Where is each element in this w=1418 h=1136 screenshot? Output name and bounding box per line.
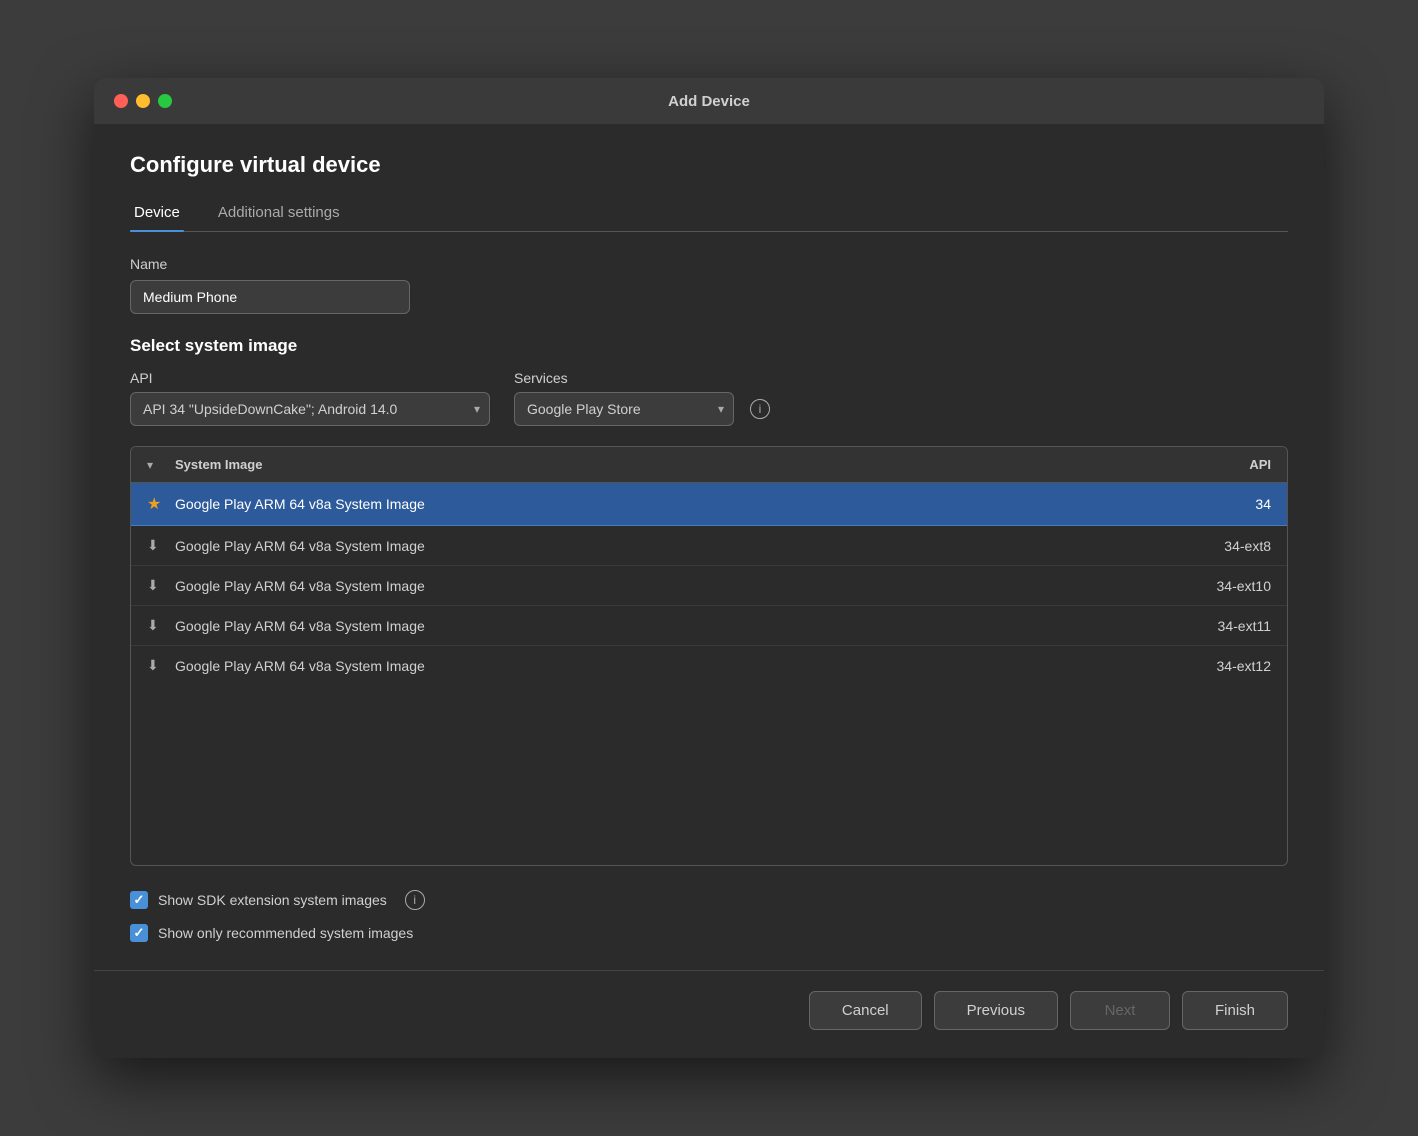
row-api-value: 34-ext10: [1171, 578, 1271, 594]
section-title: Select system image: [130, 336, 1288, 356]
checkmark-icon: ✓: [134, 925, 145, 941]
download-icon: ⬇: [147, 617, 175, 634]
row-image-name: Google Play ARM 64 v8a System Image: [175, 496, 1171, 512]
tab-device[interactable]: Device: [130, 196, 184, 231]
sort-column-header[interactable]: ▾: [147, 458, 175, 472]
close-button[interactable]: [114, 94, 128, 108]
row-api-value: 34-ext12: [1171, 658, 1271, 674]
table-row[interactable]: ⬇ Google Play ARM 64 v8a System Image 34…: [131, 566, 1287, 606]
dialog-content: Configure virtual device Device Addition…: [94, 124, 1324, 970]
row-image-name: Google Play ARM 64 v8a System Image: [175, 658, 1171, 674]
row-api-value: 34-ext8: [1171, 538, 1271, 554]
sdk-ext-checkbox[interactable]: ✓: [130, 891, 148, 909]
previous-button[interactable]: Previous: [934, 991, 1058, 1030]
services-select[interactable]: Google Play Store Google APIs AOSP: [514, 392, 734, 426]
recommended-checkbox[interactable]: ✓: [130, 924, 148, 942]
minimize-button[interactable]: [136, 94, 150, 108]
checkmark-icon: ✓: [134, 892, 145, 908]
sdk-ext-checkbox-row: ✓ Show SDK extension system images i: [130, 890, 1288, 910]
services-select-wrapper: Google Play Store Google APIs AOSP ▾: [514, 392, 734, 426]
sdk-ext-label: Show SDK extension system images: [158, 892, 387, 908]
tabs-bar: Device Additional settings: [130, 196, 1288, 232]
table-row[interactable]: ⬇ Google Play ARM 64 v8a System Image 34…: [131, 606, 1287, 646]
download-icon: ⬇: [147, 537, 175, 554]
next-button[interactable]: Next: [1070, 991, 1170, 1030]
checkboxes-area: ✓ Show SDK extension system images i ✓ S…: [130, 890, 1288, 942]
window-controls: [114, 94, 172, 108]
row-image-name: Google Play ARM 64 v8a System Image: [175, 538, 1171, 554]
row-api-value: 34-ext11: [1171, 618, 1271, 634]
services-filter-group: Services Google Play Store Google APIs A…: [514, 370, 770, 426]
recommended-checkbox-row: ✓ Show only recommended system images: [130, 924, 1288, 942]
table-row[interactable]: ⬇ Google Play ARM 64 v8a System Image 34…: [131, 526, 1287, 566]
api-column-header: API: [1171, 457, 1271, 472]
table-row[interactable]: ★ Google Play ARM 64 v8a System Image 34: [131, 483, 1287, 526]
api-select[interactable]: API 34 "UpsideDownCake"; Android 14.0 AP…: [130, 392, 490, 426]
services-info-icon[interactable]: i: [750, 399, 770, 419]
row-api-value: 34: [1171, 496, 1271, 512]
name-label: Name: [130, 256, 1288, 272]
row-image-name: Google Play ARM 64 v8a System Image: [175, 618, 1171, 634]
title-bar: Add Device: [94, 78, 1324, 124]
filter-row: API API 34 "UpsideDownCake"; Android 14.…: [130, 370, 1288, 426]
api-select-wrapper: API 34 "UpsideDownCake"; Android 14.0 AP…: [130, 392, 490, 426]
name-column-header: System Image: [175, 457, 1171, 472]
finish-button[interactable]: Finish: [1182, 991, 1288, 1030]
download-icon: ⬇: [147, 657, 175, 674]
dialog-footer: Cancel Previous Next Finish: [94, 970, 1324, 1058]
star-icon: ★: [147, 494, 175, 514]
page-heading: Configure virtual device: [130, 152, 1288, 178]
tab-additional-settings[interactable]: Additional settings: [214, 196, 344, 231]
table-row[interactable]: ⬇ Google Play ARM 64 v8a System Image 34…: [131, 646, 1287, 685]
cancel-button[interactable]: Cancel: [809, 991, 922, 1030]
api-filter-group: API API 34 "UpsideDownCake"; Android 14.…: [130, 370, 490, 426]
sdk-ext-info-icon[interactable]: i: [405, 890, 425, 910]
device-name-input[interactable]: [130, 280, 410, 314]
services-label: Services: [514, 370, 770, 386]
row-image-name: Google Play ARM 64 v8a System Image: [175, 578, 1171, 594]
dialog-title: Add Device: [668, 93, 750, 110]
api-label: API: [130, 370, 490, 386]
maximize-button[interactable]: [158, 94, 172, 108]
recommended-label: Show only recommended system images: [158, 925, 413, 941]
add-device-dialog: Add Device Configure virtual device Devi…: [94, 78, 1324, 1058]
system-image-table: ▾ System Image API ★ Google Play ARM 64 …: [130, 446, 1288, 866]
download-icon: ⬇: [147, 577, 175, 594]
table-header: ▾ System Image API: [131, 447, 1287, 483]
